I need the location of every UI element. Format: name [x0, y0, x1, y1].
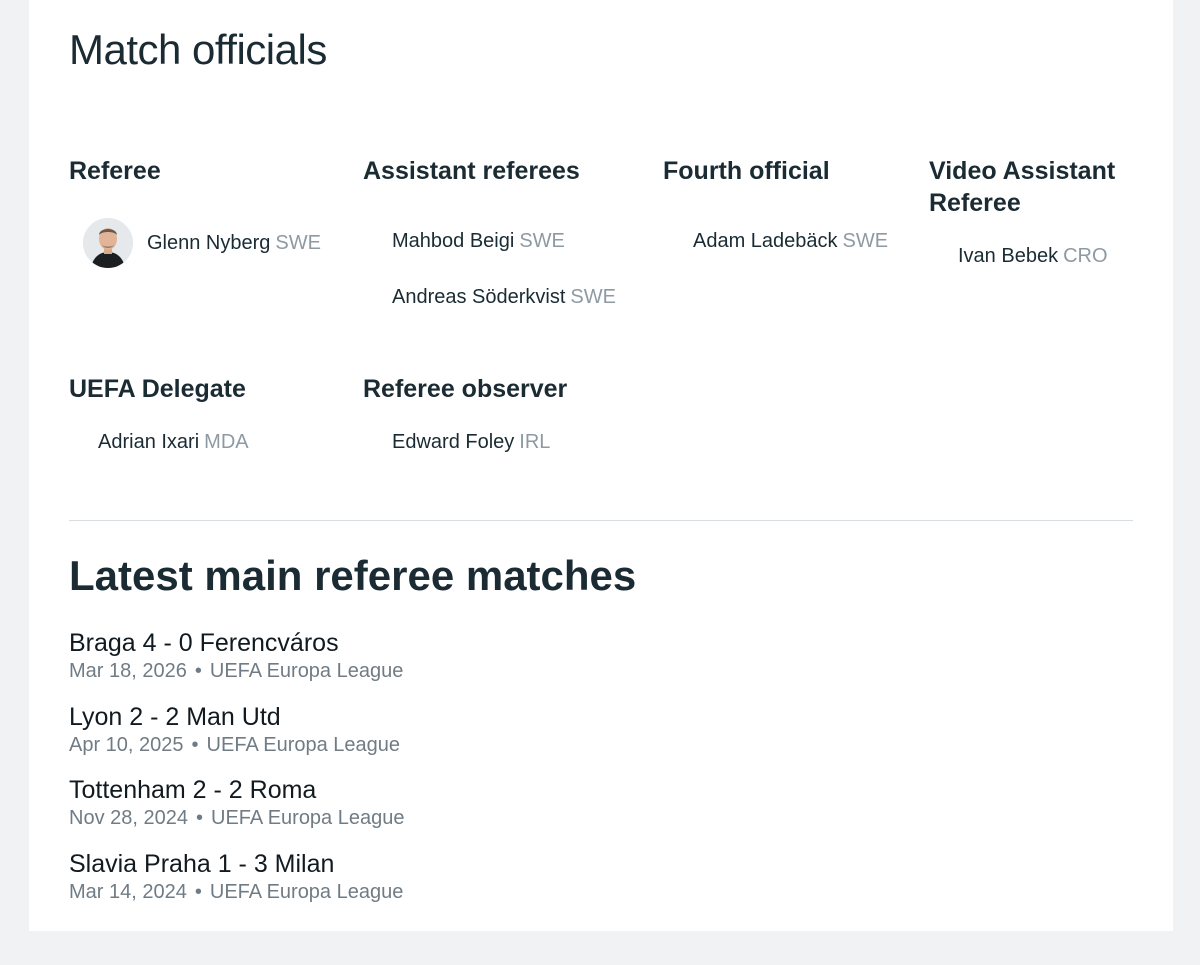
referee-photo	[83, 218, 133, 268]
official-name: Edward Foley	[392, 431, 515, 453]
meta-separator: •	[194, 660, 202, 682]
match-link[interactable]: Braga 4 - 0 Ferencváros	[69, 629, 339, 657]
group-fourth-official: Fourth official	[663, 155, 830, 187]
match-item[interactable]: Lyon 2 - 2 Man Utd Apr 10, 2025 • UEFA Eur…	[69, 702, 400, 758]
avatar	[83, 218, 133, 268]
match-competition: UEFA Europa League	[206, 734, 401, 756]
match-meta: Mar 14, 2024 • UEFA Europa League	[69, 879, 403, 905]
match-officials-card: Match officials Referee Glenn Nyberg SWE…	[29, 0, 1173, 931]
group-uefa-delegate: UEFA Delegate	[69, 373, 246, 405]
group-assistant-referees: Assistant referees	[363, 155, 580, 187]
meta-separator: •	[195, 807, 203, 829]
group-heading-delegate: UEFA Delegate	[69, 375, 246, 403]
group-referee: Referee	[69, 155, 161, 187]
match-item[interactable]: Slavia Praha 1 - 3 Milan Mar 14, 2024 • UE…	[69, 849, 403, 905]
match-date: Mar 18, 2026	[69, 660, 187, 682]
page-title: Match officials	[69, 26, 327, 73]
match-meta: Mar 18, 2026 • UEFA Europa League	[69, 658, 403, 684]
group-heading-assistants: Assistant referees	[363, 157, 580, 185]
official-var[interactable]: Ivan Bebek CRO	[958, 245, 1108, 268]
official-nationality: SWE	[570, 286, 616, 308]
match-link[interactable]: Lyon 2 - 2 Man Utd	[69, 703, 281, 731]
group-video-assistant-referee: Video Assistant Referee	[929, 155, 1115, 219]
group-heading-fourth: Fourth official	[663, 157, 830, 185]
group-heading-observer: Referee observer	[363, 375, 568, 403]
group-heading-var: Video Assistant Referee	[929, 155, 1115, 219]
official-name: Glenn Nyberg	[147, 231, 271, 254]
official-nationality: CRO	[1063, 245, 1108, 267]
match-competition: UEFA Europa League	[211, 807, 405, 829]
official-assistant-1[interactable]: Mahbod Beigi SWE	[392, 230, 565, 253]
official-nationality: SWE	[275, 231, 321, 254]
group-heading-var-line1: Video Assistant	[929, 157, 1116, 185]
official-nationality: MDA	[204, 431, 249, 453]
official-nationality: IRL	[519, 431, 551, 453]
official-name: Ivan Bebek	[958, 245, 1059, 267]
official-delegate[interactable]: Adrian Ixari MDA	[98, 431, 249, 454]
group-heading-var-line2: Referee	[929, 189, 1021, 217]
official-observer[interactable]: Edward Foley IRL	[392, 431, 550, 454]
official-fourth[interactable]: Adam Ladebäck SWE	[693, 230, 888, 253]
match-competition: UEFA Europa League	[209, 660, 404, 682]
official-assistant-2[interactable]: Andreas Söderkvist SWE	[392, 286, 616, 309]
meta-separator: •	[194, 881, 202, 903]
official-name: Adrian Ixari	[98, 431, 200, 453]
match-date: Nov 28, 2024	[69, 807, 188, 829]
match-item[interactable]: Braga 4 - 0 Ferencváros Mar 18, 2026 • UEF…	[69, 628, 403, 684]
official-referee[interactable]: Glenn Nyberg SWE	[83, 218, 321, 268]
match-competition: UEFA Europa League	[209, 881, 404, 903]
match-meta: Apr 10, 2025 • UEFA Europa League	[69, 732, 400, 758]
match-link[interactable]: Tottenham 2 - 2 Roma	[69, 776, 316, 804]
section-divider	[69, 520, 1133, 521]
match-date: Mar 14, 2024	[69, 881, 187, 903]
match-date: Apr 10, 2025	[69, 734, 184, 756]
official-name: Adam Ladebäck	[693, 230, 838, 252]
meta-separator: •	[191, 734, 199, 756]
official-name: Andreas Söderkvist	[392, 286, 566, 308]
match-meta: Nov 28, 2024 • UEFA Europa League	[69, 805, 404, 831]
official-nationality: SWE	[519, 230, 565, 252]
official-name: Mahbod Beigi	[392, 230, 515, 252]
group-heading-referee: Referee	[69, 157, 161, 185]
match-link[interactable]: Slavia Praha 1 - 3 Milan	[69, 850, 334, 878]
match-item[interactable]: Tottenham 2 - 2 Roma Nov 28, 2024 • UEFA E…	[69, 775, 404, 831]
group-referee-observer: Referee observer	[363, 373, 567, 405]
section-title-latest-matches: Latest main referee matches	[69, 552, 637, 599]
official-nationality: SWE	[842, 230, 889, 252]
